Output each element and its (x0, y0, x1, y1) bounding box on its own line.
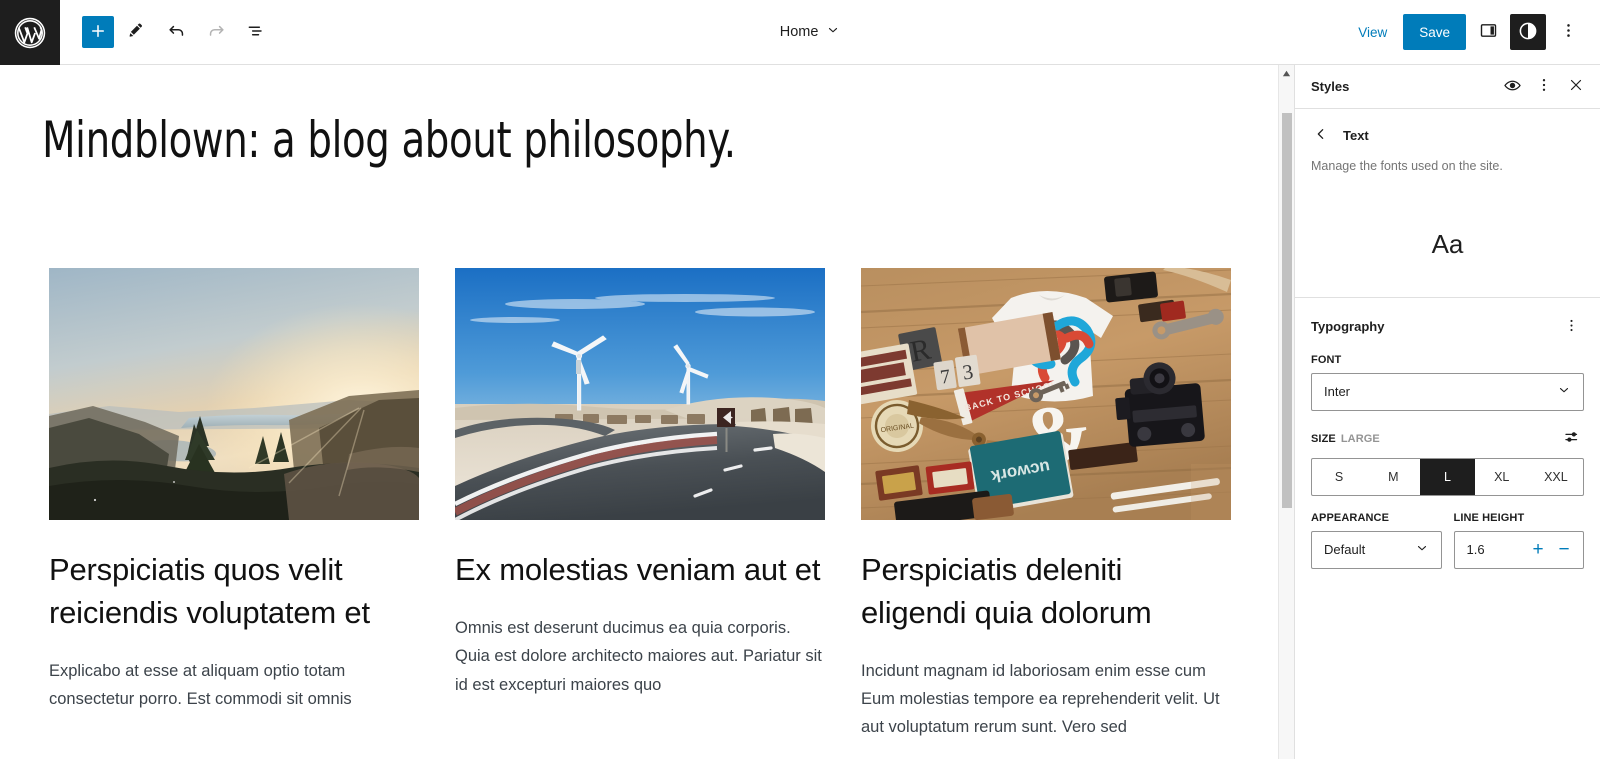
redo-button[interactable] (198, 14, 234, 50)
scrollbar-thumb[interactable] (1282, 113, 1292, 508)
size-option-xl[interactable]: XL (1475, 459, 1529, 495)
post-card[interactable]: Perspiciatis quos velit reiciendis volup… (49, 268, 419, 742)
eye-icon (1503, 76, 1522, 98)
post-excerpt: Explicabo at esse at aliquam optio totam… (49, 661, 352, 708)
appearance-select-value: Default (1324, 542, 1366, 558)
view-link[interactable]: View (1346, 19, 1399, 46)
styles-toggle-button[interactable] (1510, 14, 1546, 50)
typography-title: Typography (1311, 319, 1385, 335)
size-option-s[interactable]: S (1312, 459, 1366, 495)
line-height-label: LINE HEIGHT (1453, 511, 1525, 524)
editor-body: Mindblown: a blog about philosophy. Pers… (0, 65, 1600, 759)
styles-sidebar-header: Styles (1295, 65, 1600, 109)
font-select[interactable]: Inter (1311, 372, 1584, 411)
post-excerpt: Incidunt magnam id laboriosam enim esse … (861, 661, 1220, 737)
desk-flatlay-design-objects-photo[interactable]: R 7 3 BACK TO SCHOOL ORIGINAL ucwork (861, 268, 1231, 520)
size-label: SIZE (1311, 432, 1336, 445)
styles-breadcrumb-nav: Text (1295, 109, 1600, 153)
appearance-label: APPEARANCE (1311, 511, 1390, 524)
post-excerpt: Omnis est deserunt ducimus ea quia corpo… (455, 618, 822, 694)
font-select-value: Inter (1324, 384, 1351, 400)
size-value-label: LARGE (1340, 432, 1380, 445)
close-styles-button[interactable] (1560, 71, 1592, 103)
styles-more-menu-button[interactable] (1528, 71, 1560, 103)
size-option-xxl[interactable]: XXL (1529, 459, 1583, 495)
size-toggle-group[interactable]: S M L XL XXL (1311, 457, 1584, 496)
close-x-icon (1567, 76, 1585, 97)
appearance-lineheight-row: APPEARANCE Default LINE HEIGHT 1.6 + − (1311, 512, 1584, 569)
post-card[interactable]: Ex molestias veniam aut et Omnis est des… (455, 268, 825, 742)
canvas-vertical-scrollbar[interactable] (1278, 65, 1294, 759)
settings-sidebar-toggle-button[interactable] (1470, 14, 1506, 50)
typography-section-header: Typography (1311, 314, 1584, 340)
appearance-control-group: APPEARANCE Default (1311, 512, 1442, 569)
toolbar-left-group (60, 0, 274, 64)
sunset-river-valley-photo[interactable] (49, 268, 419, 520)
toolbar-right-group: View Save (1346, 0, 1600, 64)
site-title[interactable]: Mindblown: a blog about philosophy. (0, 65, 1099, 168)
wordpress-logo-icon[interactable] (0, 0, 60, 65)
post-card[interactable]: R 7 3 BACK TO SCHOOL ORIGINAL ucwork Per… (861, 268, 1231, 742)
style-book-preview-button[interactable] (1496, 71, 1528, 103)
font-control-group: FONT Inter (1311, 354, 1584, 411)
site-preview-canvas[interactable]: Mindblown: a blog about philosophy. Pers… (0, 65, 1278, 759)
panel-description: Manage the fonts used on the site. (1311, 159, 1503, 173)
chevron-down-icon (1557, 383, 1571, 400)
chevron-left-icon (1313, 126, 1329, 145)
save-button[interactable]: Save (1403, 14, 1466, 50)
editor-top-toolbar: Home View Save (0, 0, 1600, 65)
appearance-select[interactable]: Default (1311, 530, 1442, 569)
editor-canvas-area: Mindblown: a blog about philosophy. Pers… (0, 65, 1294, 759)
pencil-icon (127, 21, 146, 43)
more-options-button[interactable] (1550, 14, 1586, 50)
size-option-m[interactable]: M (1366, 459, 1420, 495)
typography-more-menu-button[interactable] (1558, 314, 1584, 340)
chevron-down-icon (1415, 541, 1429, 558)
typography-section: Typography FONT Inter SIZE LARGE S M L X… (1295, 298, 1600, 569)
toolbar-center-group: Home (274, 0, 1346, 64)
document-title-dropdown[interactable]: Home (770, 17, 851, 47)
size-control-group: SIZE LARGE S M L XL XXL (1311, 427, 1584, 496)
styles-panel-title: Styles (1311, 79, 1350, 94)
list-view-icon (246, 21, 266, 44)
post-title[interactable]: Ex molestias veniam aut et (455, 549, 825, 592)
three-dots-vertical-icon (1535, 76, 1553, 97)
contrast-circle-icon (1517, 20, 1539, 45)
undo-button[interactable] (158, 14, 194, 50)
panel-section-title: Text (1343, 127, 1369, 143)
sidebar-panel-icon (1478, 20, 1499, 44)
three-dots-vertical-icon (1563, 317, 1580, 337)
post-grid: Perspiciatis quos velit reiciendis volup… (0, 168, 1278, 742)
font-preview-text: Aa (1431, 228, 1464, 259)
document-title-label: Home (779, 24, 819, 40)
line-height-stepper[interactable]: 1.6 + − (1453, 530, 1584, 569)
edit-tool-button[interactable] (118, 14, 154, 50)
back-button[interactable] (1309, 123, 1333, 147)
size-settings-button[interactable] (1560, 427, 1584, 451)
chevron-down-icon (826, 23, 840, 41)
scroll-up-arrow-icon[interactable] (1279, 65, 1294, 81)
list-view-button[interactable] (238, 14, 274, 50)
post-title[interactable]: Perspiciatis quos velit reiciendis volup… (49, 549, 419, 635)
wind-turbines-road-photo[interactable] (455, 268, 825, 520)
wordpress-site-editor: Home View Save Mindblown: a blog about p… (0, 0, 1600, 759)
size-option-l[interactable]: L (1420, 458, 1475, 495)
redo-arrow-icon (206, 20, 227, 44)
post-title[interactable]: Perspiciatis deleniti eligendi quia dolo… (861, 549, 1231, 635)
font-label: FONT (1311, 353, 1342, 366)
font-preview-area: Aa (1295, 192, 1600, 298)
line-height-increment-button[interactable]: + (1525, 535, 1551, 565)
three-dots-vertical-icon (1559, 21, 1578, 43)
styles-sidebar: Styles Text Manage the fonts used on the… (1294, 65, 1600, 759)
undo-arrow-icon (166, 20, 187, 44)
plus-icon (89, 22, 107, 43)
add-block-button[interactable] (82, 16, 114, 48)
sliders-icon (1563, 428, 1581, 449)
line-height-decrement-button[interactable]: − (1551, 535, 1577, 565)
line-height-control-group: LINE HEIGHT 1.6 + − (1453, 511, 1584, 569)
line-height-value[interactable]: 1.6 (1467, 542, 1526, 557)
